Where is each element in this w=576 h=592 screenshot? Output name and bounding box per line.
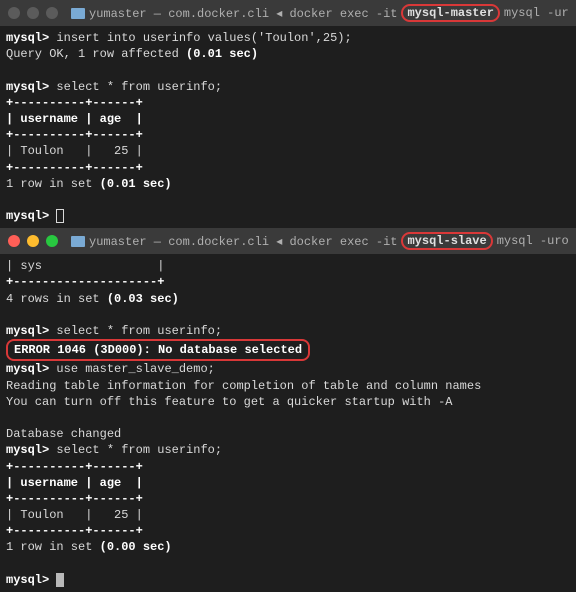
timing: (0.03 sec)	[107, 292, 179, 306]
sql-command: select * from userinfo;	[56, 443, 222, 457]
output-line: 1 row in set	[6, 177, 100, 191]
table-border: +----------+------+	[6, 161, 143, 175]
prompt: mysql>	[6, 573, 56, 587]
zoom-icon[interactable]	[46, 235, 58, 247]
close-icon[interactable]	[8, 235, 20, 247]
table-row: | Toulon | 25 |	[6, 144, 143, 158]
output-line: 4 rows in set	[6, 292, 107, 306]
sql-command: use master_slave_demo;	[56, 362, 214, 376]
table-border: +----------+------+	[6, 492, 143, 506]
folder-icon	[71, 8, 85, 19]
title-suffix: mysql -uroot -p1...	[504, 6, 568, 20]
terminal-body-slave[interactable]: | sys | +--------------------+ 4 rows in…	[0, 254, 576, 592]
title-highlight-slave: mysql-slave	[401, 232, 492, 250]
prompt: mysql>	[6, 443, 56, 457]
sql-command: select * from userinfo;	[56, 80, 222, 94]
sql-command: insert into userinfo values('Toulon',25)…	[56, 31, 351, 45]
table-border: +----------+------+	[6, 128, 143, 142]
terminal-body-master[interactable]: mysql> insert into userinfo values('Toul…	[0, 26, 576, 228]
timing: (0.01 sec)	[186, 47, 258, 61]
prompt: mysql>	[6, 80, 56, 94]
title-prefix: yumaster — com.docker.cli ◂ docker exec …	[89, 6, 397, 21]
table-row: | sys |	[6, 259, 164, 273]
output-line: Query OK, 1 row affected	[6, 47, 186, 61]
sql-command: select * from userinfo;	[56, 324, 222, 338]
timing: (0.01 sec)	[100, 177, 172, 191]
window-title-slave: yumaster — com.docker.cli ◂ docker exec …	[71, 232, 568, 250]
table-header: | username | age |	[6, 112, 143, 126]
titlebar-slave[interactable]: yumaster — com.docker.cli ◂ docker exec …	[0, 228, 576, 254]
table-border: +----------+------+	[6, 524, 143, 538]
window-title-master: yumaster — com.docker.cli ◂ docker exec …	[71, 4, 568, 22]
output-line: 1 row in set	[6, 540, 100, 554]
table-row: | Toulon | 25 |	[6, 508, 143, 522]
zoom-icon[interactable]	[46, 7, 58, 19]
cursor-icon	[56, 209, 64, 223]
table-border: +----------+------+	[6, 460, 143, 474]
titlebar-master[interactable]: yumaster — com.docker.cli ◂ docker exec …	[0, 0, 576, 26]
output-line: Database changed	[6, 427, 121, 441]
table-border: +--------------------+	[6, 275, 164, 289]
prompt: mysql>	[6, 31, 56, 45]
minimize-icon[interactable]	[27, 235, 39, 247]
prompt: mysql>	[6, 324, 56, 338]
prompt: mysql>	[6, 362, 56, 376]
error-message: ERROR 1046 (3D000): No database selected	[6, 339, 310, 361]
output-line: You can turn off this feature to get a q…	[6, 395, 452, 409]
table-border: +----------+------+	[6, 96, 143, 110]
timing: (0.00 sec)	[100, 540, 172, 554]
minimize-icon[interactable]	[27, 7, 39, 19]
title-prefix: yumaster — com.docker.cli ◂ docker exec …	[89, 234, 397, 249]
folder-icon	[71, 236, 85, 247]
terminal-window-master: yumaster — com.docker.cli ◂ docker exec …	[0, 0, 576, 228]
title-highlight-master: mysql-master	[401, 4, 499, 22]
close-icon[interactable]	[8, 7, 20, 19]
title-suffix: mysql -uroot -p12...	[497, 234, 568, 248]
table-header: | username | age |	[6, 476, 143, 490]
prompt: mysql>	[6, 209, 56, 223]
output-line: Reading table information for completion…	[6, 379, 481, 393]
terminal-window-slave: yumaster — com.docker.cli ◂ docker exec …	[0, 228, 576, 592]
cursor-icon	[56, 573, 64, 587]
